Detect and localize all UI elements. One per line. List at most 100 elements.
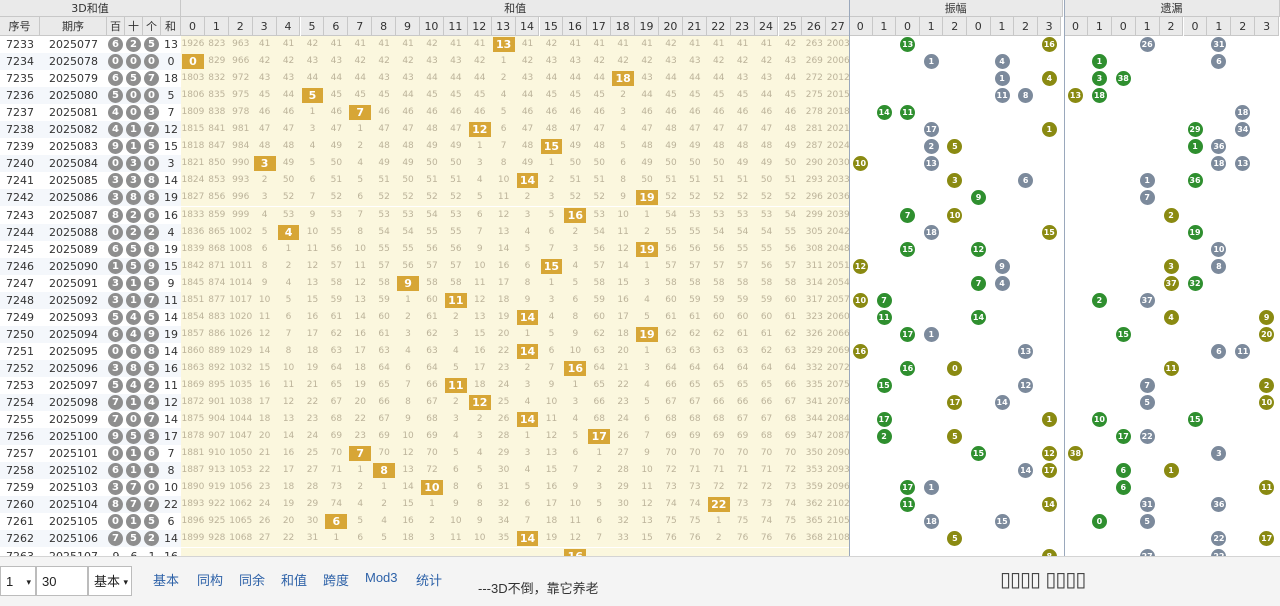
sum-miss-cell: 44 <box>665 73 677 84</box>
sum-miss-cell: 52 <box>760 192 773 203</box>
digit-ball: 0 <box>108 54 123 70</box>
sum-miss-cell: 16 <box>354 328 366 339</box>
sum-miss-cell: 51 <box>450 175 462 186</box>
sum-miss-cell: 1899 <box>181 533 205 544</box>
tab-isomorph[interactable]: 同构 <box>197 570 223 589</box>
digit-ball: 1 <box>126 395 141 411</box>
digit-ball: 6 <box>126 343 141 359</box>
amplitude-dot: 15 <box>1041 224 1057 240</box>
missing-dot: 27 <box>1139 548 1155 556</box>
sum-hit-cell: 8 <box>373 463 396 479</box>
sum-miss-cell: 2 <box>405 311 411 322</box>
tab-mod3[interactable]: Mod3 <box>365 570 398 585</box>
sum-miss-cell: 6 <box>572 448 579 459</box>
sum-miss-cell: 16 <box>282 448 295 459</box>
sum-miss-cell: 65 <box>330 380 343 390</box>
row-serial: 7240 <box>6 157 34 171</box>
sum-miss-cell: 42 <box>545 39 558 49</box>
tab-stats[interactable]: 统计 <box>416 570 442 589</box>
sum-miss-cell: 10 <box>569 345 582 356</box>
count-input[interactable]: 30 <box>36 566 88 596</box>
sum-miss-cell: 60 <box>426 294 438 305</box>
sum-miss-cell: 14 <box>354 311 366 322</box>
tab-span[interactable]: 跨度 <box>323 570 349 589</box>
sum-miss-cell: 11 <box>282 380 295 390</box>
sum-miss-cell: 52 <box>569 192 582 203</box>
row-serial: 7243 <box>6 208 34 222</box>
sum-miss-cell: 45 <box>474 90 486 101</box>
rows-select[interactable]: 1 ▾ <box>0 566 36 596</box>
sum-miss-cell: 1806 <box>181 90 205 101</box>
sum-miss-cell: 68 <box>760 431 773 442</box>
sum-miss-cell: 2033 <box>826 175 850 186</box>
sum-miss-cell: 55 <box>736 243 749 254</box>
sum-miss-cell: 6 <box>405 362 411 373</box>
sum-miss-cell: 353 <box>805 465 823 476</box>
row-issue: 2025107 <box>49 549 98 557</box>
sum-miss-cell: 31 <box>306 533 319 544</box>
amplitude-dot: 8 <box>1041 548 1057 556</box>
sum-miss-cell: 63 <box>689 345 701 356</box>
sum-miss-cell: 8 <box>285 345 292 356</box>
row-serial: 7257 <box>6 447 34 461</box>
sum-miss-cell: 299 <box>805 209 823 220</box>
sum-miss-cell: 347 <box>805 431 823 442</box>
missing-dot: 17 <box>1259 531 1275 547</box>
digit-ball: 5 <box>144 309 159 325</box>
chevron-down-icon: ▾ <box>26 577 31 587</box>
missing-dot: 2 <box>1091 292 1107 308</box>
sum-miss-cell: 1821 <box>181 158 205 169</box>
sum-miss-cell: 22 <box>497 345 510 356</box>
sum-miss-cell: 3 <box>429 533 435 544</box>
sum-miss-cell: 72 <box>426 465 438 476</box>
row-issue: 2025077 <box>49 38 98 51</box>
sum-miss-cell: 13 <box>497 226 510 237</box>
sum-miss-cell: 1875 <box>181 414 205 425</box>
sum-miss-cell: 52 <box>665 192 677 203</box>
amplitude-dot: 8 <box>1018 88 1034 104</box>
sum-miss-cell: 41 <box>402 39 414 49</box>
sum-miss-cell: 64 <box>426 362 438 373</box>
tab-basic[interactable]: 基本 <box>153 570 179 589</box>
sum-miss-cell: 12 <box>282 397 295 408</box>
row-serial: 7237 <box>6 106 34 120</box>
sum-miss-cell: 68 <box>665 414 677 425</box>
sum-miss-cell: 46 <box>426 107 438 118</box>
sum-miss-cell: 70 <box>689 448 701 459</box>
missing-dot: 36 <box>1211 497 1227 513</box>
sum-miss-cell: 50 <box>713 158 725 169</box>
sum-miss-cell: 4 <box>261 209 268 220</box>
sum-miss-cell: 46 <box>521 107 534 118</box>
amplitude-dot: 11 <box>900 497 916 513</box>
sum-miss-cell: 47 <box>713 124 725 135</box>
sum-miss-cell: 46 <box>450 107 462 118</box>
sum-miss-cell: 23 <box>617 397 629 408</box>
row-serial: 7248 <box>6 293 34 307</box>
sum-miss-cell: 4 <box>548 311 555 322</box>
sum-miss-cell: 62 <box>593 328 605 339</box>
sum-miss-cell: 275 <box>805 90 823 101</box>
amplitude-dot: 1 <box>923 326 939 342</box>
tab-congruence[interactable]: 同余 <box>239 570 265 589</box>
sum-miss-cell: 4 <box>309 141 316 152</box>
sum-miss-cell: 3 <box>596 482 603 493</box>
sum-miss-cell: 65 <box>736 380 749 390</box>
sum-miss-cell: 30 <box>497 465 510 476</box>
row-issue: 2025093 <box>49 310 98 324</box>
amplitude-dot: 1 <box>923 54 939 70</box>
sum-miss-cell: 5 <box>548 328 555 339</box>
sum-miss-cell: 62 <box>665 328 677 339</box>
sum-miss-cell: 335 <box>805 380 823 390</box>
sum-miss-cell: 1803 <box>181 73 205 84</box>
sum-miss-cell: 41 <box>330 39 343 49</box>
sum-miss-cell: 21 <box>306 380 319 390</box>
sum-miss-cell: 59 <box>689 294 701 305</box>
sum-hit-cell: 18 <box>612 71 635 87</box>
sum-miss-cell: 54 <box>784 209 797 220</box>
tab-sum[interactable]: 和值 <box>281 570 307 589</box>
mode-select[interactable]: 基本 ▾ <box>88 566 132 596</box>
digit-ball: 5 <box>126 258 141 274</box>
sum-miss-cell: 63 <box>593 345 605 356</box>
row-serial: 7247 <box>6 276 34 290</box>
sum-miss-cell: 42 <box>282 56 295 67</box>
